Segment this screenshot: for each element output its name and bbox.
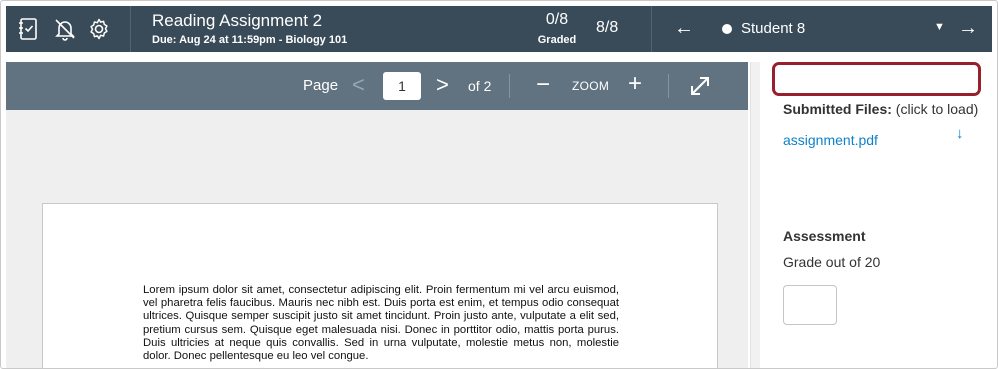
zoom-in-button[interactable]: +: [628, 70, 642, 98]
assignment-title[interactable]: Reading Assignment 2: [152, 11, 322, 31]
student-status-dot: [722, 24, 732, 34]
toolbar-divider: [509, 74, 510, 98]
document-viewer: Lorem ipsum dolor sit amet, consectetur …: [6, 110, 748, 368]
student-selector[interactable]: Student 8: [741, 20, 805, 37]
document-toolbar: Page < 1 > of 2 − ZOOM +: [6, 62, 748, 110]
header-divider: [651, 6, 652, 52]
assignment-due: Due: Aug 24 at 11:59pm - Biology 101: [152, 34, 348, 46]
header-divider: [130, 6, 131, 52]
document-text: Lorem ipsum dolor sit amet, consectetur …: [143, 284, 619, 363]
toolbar-divider: [668, 74, 669, 98]
total-pages-label: of 2: [468, 78, 492, 94]
graded-count: 0/8: [545, 11, 569, 28]
submitted-files-label: Submitted Files:: [783, 101, 892, 117]
expand-icon[interactable]: [688, 74, 712, 98]
submissions-count: 8/8: [596, 19, 619, 36]
submitted-files-heading: Submitted Files: (click to load): [783, 101, 978, 117]
page-number-input[interactable]: 1: [383, 72, 421, 100]
prev-page-button[interactable]: <: [352, 72, 365, 98]
viewer-scrollbar[interactable]: [750, 62, 760, 368]
mute-bell-icon[interactable]: [51, 15, 79, 43]
next-page-button[interactable]: >: [436, 72, 449, 98]
download-icon[interactable]: ↓: [956, 125, 964, 142]
submitted-file-link[interactable]: assignment.pdf: [783, 132, 878, 148]
grade-out-of-label: Grade out of 20: [783, 254, 881, 270]
graded-label: Graded: [537, 34, 577, 46]
assessment-heading: Assessment: [783, 228, 866, 244]
grade-input[interactable]: [783, 285, 837, 325]
next-student-arrow-icon[interactable]: →: [958, 16, 978, 40]
settings-gear-icon[interactable]: [85, 15, 113, 43]
header-bar: Reading Assignment 2 Due: Aug 24 at 11:5…: [6, 6, 992, 52]
gradebook-icon[interactable]: [15, 15, 43, 43]
submitted-files-hint: (click to load): [891, 101, 979, 117]
highlighted-comment-field[interactable]: [772, 62, 981, 96]
page-label: Page: [303, 77, 339, 94]
zoom-label: ZOOM: [572, 79, 610, 93]
prev-student-arrow-icon[interactable]: ←: [674, 16, 694, 40]
student-dropdown-caret-icon[interactable]: ▼: [934, 21, 945, 33]
document-page: Lorem ipsum dolor sit amet, consectetur …: [42, 203, 718, 368]
zoom-out-button[interactable]: −: [536, 71, 550, 99]
speedgrader-window: Reading Assignment 2 Due: Aug 24 at 11:5…: [0, 0, 998, 369]
